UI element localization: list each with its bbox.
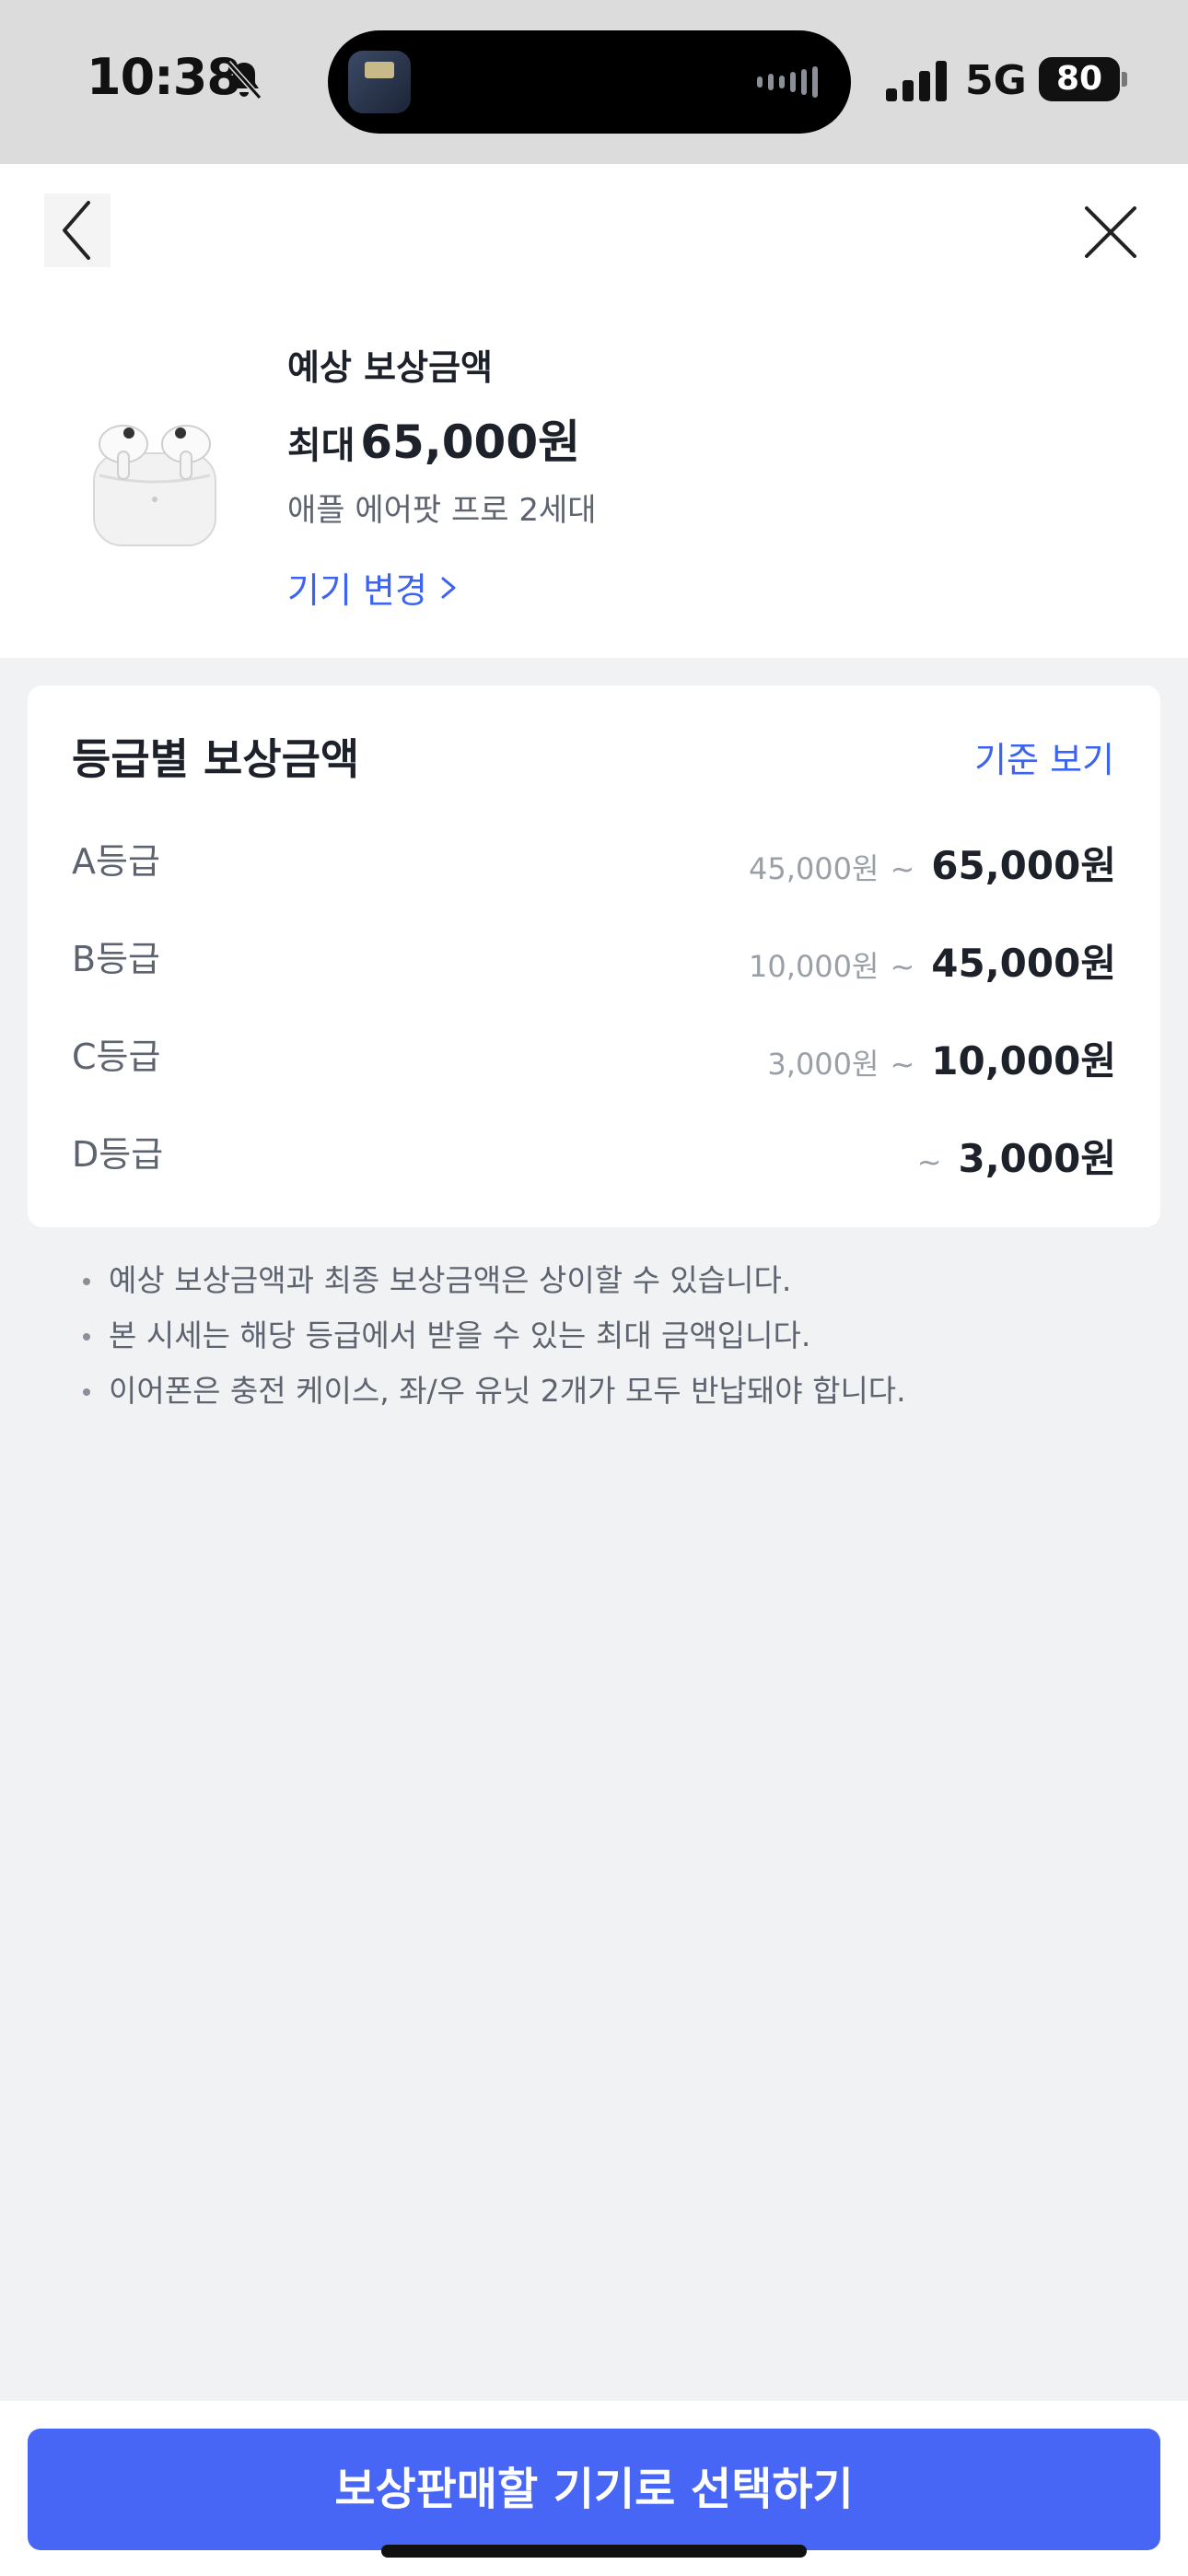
grade-range: ~ 3,000원 [917,1128,1116,1184]
battery-cap [1122,72,1127,87]
max-amount-line: 최대 65,000원 [287,405,580,472]
battery-icon: 80 [1039,57,1120,101]
grade-max: 3,000원 [958,1136,1117,1181]
grade-name: C등급 [72,1036,161,1077]
view-criteria-link[interactable]: 기준 보기 [974,732,1114,782]
grade-range: 45,000원 ~ 65,000원 [749,835,1116,891]
grade-row-c: C등급 3,000원 ~ 10,000원 [72,1028,1116,1093]
chevron-left-icon[interactable] [44,193,111,267]
max-prefix: 최대 [287,425,355,467]
grade-row-a: A등급 45,000원 ~ 65,000원 [72,833,1116,897]
grade-name: A등급 [72,841,160,882]
notice-list: 예상 보상금액과 최종 보상금액은 상이할 수 있습니다. 본 시세는 해당 등… [77,1253,1136,1419]
select-trade-in-device-button[interactable]: 보상판매할 기기로 선택하기 [28,2429,1160,2550]
card-title: 등급별 보상금액 [72,734,360,784]
grade-range: 3,000원 ~ 10,000원 [767,1030,1116,1086]
airpods-product-image [93,425,216,546]
grade-tilde: ~ [890,949,915,984]
grade-min: 3,000원 [767,1047,879,1082]
grade-tilde: ~ [890,851,915,886]
grade-range: 10,000원 ~ 45,000원 [749,932,1116,989]
grade-row-d: D등급 ~ 3,000원 [72,1126,1116,1190]
page: 10:38 5G 80 예상 보상금액 최대 65,000원 애플 에어팟 프로… [0,0,1188,2576]
grade-min: 10,000원 [749,949,879,984]
estimate-label: 예상 보상금액 [287,347,493,388]
dynamic-island [328,30,851,134]
close-icon[interactable] [1077,199,1144,265]
max-amount: 65,000원 [360,416,581,469]
notice-item: 본 시세는 해당 등급에서 받을 수 있는 최대 금액입니다. [77,1308,1136,1364]
chevron-right-icon [441,577,456,598]
grade-max: 45,000원 [931,941,1116,986]
grade-tilde: ~ [916,1144,942,1179]
grade-max: 10,000원 [931,1038,1116,1083]
change-device-link[interactable]: 기기 변경 [287,562,459,613]
status-bar: 10:38 5G 80 [0,0,1188,164]
grade-min: 45,000원 [749,851,879,886]
home-indicator [381,2545,807,2558]
device-model-name: 애플 에어팟 프로 2세대 [287,492,597,529]
grade-tilde: ~ [890,1047,915,1082]
app-thumbnail-icon [348,51,411,113]
grade-max: 65,000원 [931,843,1116,888]
audio-waveform-icon [757,65,818,99]
change-device-label: 기기 변경 [287,570,427,611]
grade-name: B등급 [72,939,160,979]
grade-name: D등급 [72,1134,164,1175]
grade-row-b: B등급 10,000원 ~ 45,000원 [72,931,1116,995]
network-type: 5G [965,57,1027,104]
status-time: 10:38 [87,48,241,106]
notice-item: 예상 보상금액과 최종 보상금액은 상이할 수 있습니다. [77,1253,1136,1308]
notice-item: 이어폰은 충전 케이스, 좌/우 유닛 2개가 모두 반납돼야 합니다. [77,1364,1136,1419]
cellular-signal-icon [886,61,947,101]
grade-price-card: 등급별 보상금액 기준 보기 A등급 45,000원 ~ 65,000원 B등급… [28,685,1160,1227]
bell-muted-icon [226,60,262,100]
